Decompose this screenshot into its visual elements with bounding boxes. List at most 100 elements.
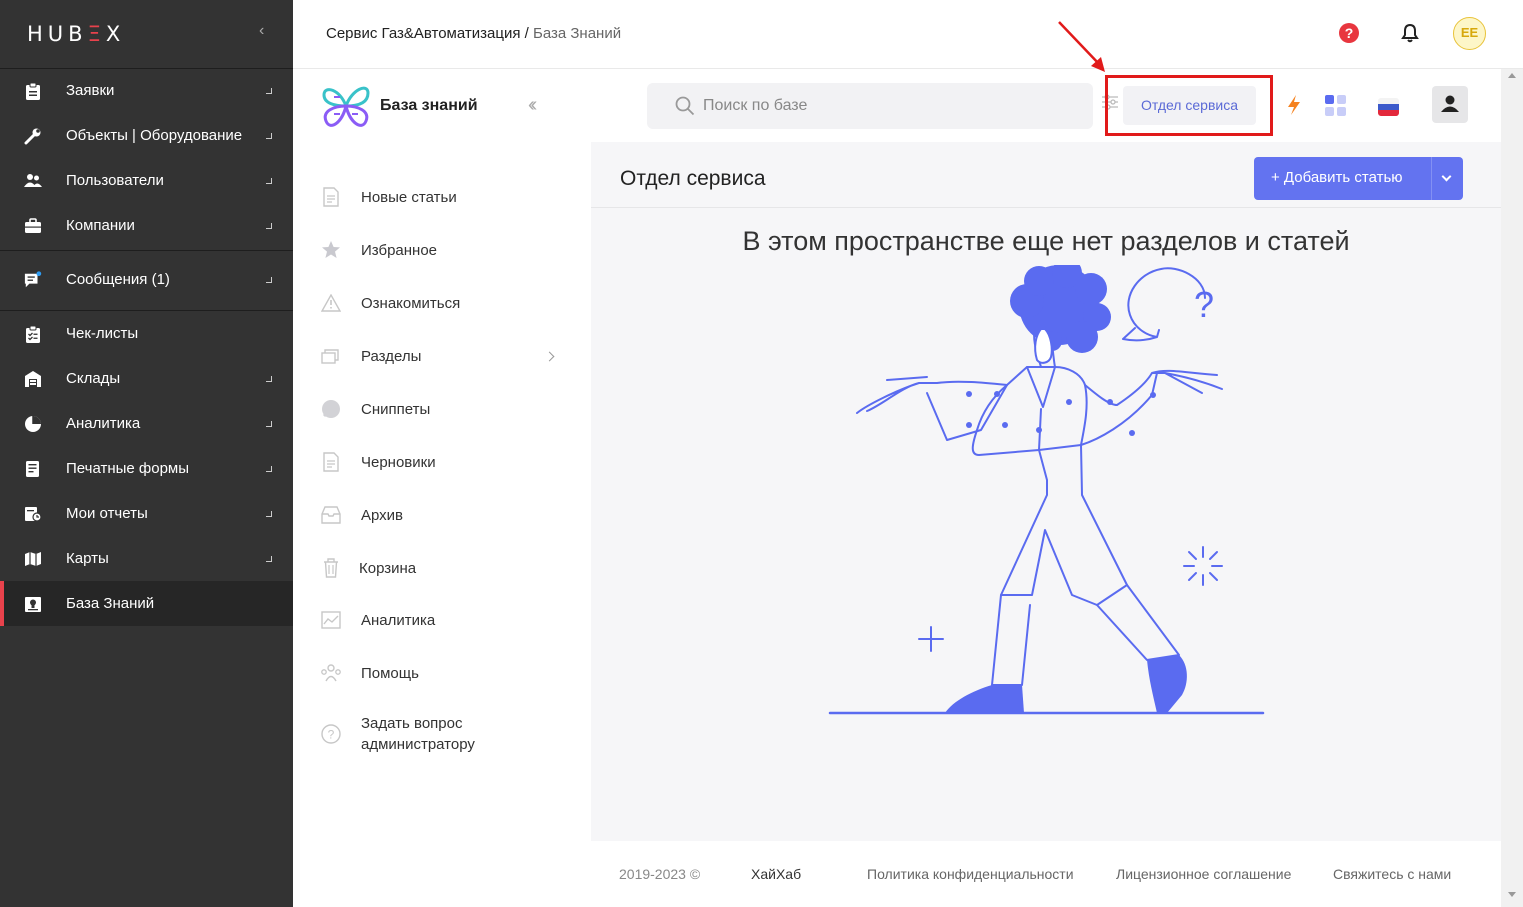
- kb-item-new-articles[interactable]: Новые статьи: [293, 186, 591, 208]
- hubex-logo[interactable]: HUBΞX: [27, 22, 125, 46]
- russian-flag-icon[interactable]: [1378, 98, 1399, 116]
- sidebar-item-label: Карты: [66, 550, 109, 567]
- collapse-sidebar-icon[interactable]: ‹: [259, 22, 264, 40]
- sidebar-item-knowledge-base[interactable]: База Знаний: [0, 581, 293, 626]
- map-icon: [24, 550, 42, 568]
- add-article-button[interactable]: + Добавить статью: [1254, 157, 1463, 200]
- expand-arrow-icon: [266, 87, 272, 94]
- copyright-text: 2019-2023 ©: [619, 866, 701, 882]
- sidebar-item-objects[interactable]: Объекты | Оборудование: [0, 113, 293, 158]
- wrench-icon: [24, 127, 42, 145]
- kb-item-label: Аналитика: [361, 611, 436, 629]
- kb-item-ask-admin[interactable]: ? Задать вопрос администратору: [293, 713, 591, 755]
- kb-item-sections[interactable]: Разделы: [293, 345, 591, 367]
- vertical-scrollbar[interactable]: [1501, 69, 1523, 907]
- sidebar-item-my-reports[interactable]: Мои отчеты: [0, 491, 293, 536]
- collapse-kb-menu-icon[interactable]: ‹‹: [528, 94, 538, 117]
- license-agreement-link[interactable]: Лицензионное соглашение: [1116, 866, 1291, 882]
- kb-item-label: Новые статьи: [361, 188, 457, 206]
- sidebar-item-maps[interactable]: Карты: [0, 536, 293, 581]
- pie-chart-icon: [24, 415, 42, 433]
- warning-icon: [320, 292, 342, 314]
- main-sidebar: HUBΞX ‹ Заявки Объекты | Оборудование По…: [0, 0, 293, 907]
- help-icon[interactable]: ?: [1339, 23, 1359, 43]
- expand-arrow-icon: [266, 375, 272, 382]
- checklist-icon: [24, 325, 42, 343]
- divider: [0, 250, 293, 251]
- scroll-down-arrow-icon[interactable]: [1508, 892, 1516, 897]
- avatar[interactable]: EE: [1453, 17, 1486, 50]
- kb-title: База знаний: [380, 97, 478, 114]
- sidebar-item-requests[interactable]: Заявки: [0, 68, 293, 113]
- sidebar-item-label: Сообщения (1): [66, 271, 170, 288]
- sidebar-item-label: Чек-листы: [66, 325, 139, 342]
- kb-item-label: Ознакомиться: [361, 294, 461, 312]
- chart-window-icon: [320, 609, 342, 631]
- scroll-up-arrow-icon[interactable]: [1508, 73, 1516, 78]
- sidebar-item-label: Печатные формы: [66, 460, 190, 477]
- privacy-policy-link[interactable]: Политика конфиденциальности: [867, 866, 1074, 882]
- breadcrumb-company[interactable]: Сервис Газ&Автоматизация: [326, 25, 520, 42]
- user-profile-button[interactable]: [1432, 86, 1468, 123]
- expand-arrow-icon: [266, 276, 272, 283]
- clipboard-icon: [24, 82, 42, 100]
- sidebar-item-checklists[interactable]: Чек-листы: [0, 311, 293, 356]
- search-box[interactable]: [647, 83, 1093, 129]
- empty-state-illustration: ?: [827, 258, 1267, 725]
- chevron-right-icon[interactable]: [544, 351, 555, 361]
- sidebar-item-warehouses[interactable]: Склады: [0, 356, 293, 401]
- footer-brand: ХайХаб: [751, 866, 802, 882]
- bell-icon[interactable]: [1401, 23, 1419, 48]
- annotation-highlight-box: [1105, 75, 1273, 136]
- sidebar-item-companies[interactable]: Компании: [0, 203, 293, 248]
- add-article-label: + Добавить статью: [1271, 169, 1403, 186]
- sidebar-item-label: Компании: [66, 217, 135, 234]
- sidebar-item-messages[interactable]: Сообщения (1): [0, 257, 293, 302]
- sidebar-item-label: Заявки: [66, 82, 115, 99]
- footer: 2019-2023 © ХайХаб Политика конфиденциал…: [591, 841, 1501, 907]
- svg-text:?: ?: [1194, 284, 1214, 325]
- users-icon: [24, 172, 42, 190]
- empty-state-message: В этом пространстве еще нет разделов и с…: [742, 226, 1350, 256]
- kb-item-label: Задать вопрос администратору: [361, 715, 475, 753]
- document-icon: [320, 186, 342, 208]
- kb-item-label: Помощь: [361, 664, 419, 682]
- sidebar-item-label: Мои отчеты: [66, 505, 148, 522]
- annotation-arrow-icon: [1058, 21, 1105, 72]
- layers-icon: [320, 345, 342, 367]
- kb-item-label: Корзина: [359, 559, 417, 577]
- question-circle-icon: ?: [320, 723, 342, 745]
- snippet-bubble-icon: [320, 398, 342, 420]
- briefcase-icon: [24, 217, 42, 235]
- kb-item-snippets[interactable]: Сниппеты: [293, 398, 591, 420]
- sidebar-item-label: Объекты | Оборудование: [66, 127, 243, 144]
- kb-item-help[interactable]: Помощь: [293, 662, 591, 684]
- kb-item-label: Избранное: [361, 241, 438, 259]
- expand-arrow-icon: [266, 222, 272, 229]
- warehouse-icon: [24, 370, 42, 388]
- kb-item-acknowledge[interactable]: Ознакомиться: [293, 292, 591, 314]
- search-input[interactable]: [703, 94, 1073, 118]
- contact-us-link[interactable]: Свяжитесь с нами: [1333, 866, 1451, 882]
- sidebar-item-print-forms[interactable]: Печатные формы: [0, 446, 293, 491]
- breadcrumb: Сервис Газ&Автоматизация / База Знаний: [326, 25, 622, 42]
- chevron-down-icon: [1441, 171, 1452, 182]
- sidebar-item-label: База Знаний: [66, 595, 155, 612]
- top-header: Сервис Газ&Автоматизация / База Знаний ?…: [293, 0, 1523, 69]
- lightning-icon[interactable]: [1286, 94, 1302, 121]
- expand-arrow-icon: [266, 510, 272, 517]
- expand-arrow-icon: [266, 555, 272, 562]
- sidebar-item-users[interactable]: Пользователи: [0, 158, 293, 203]
- add-article-dropdown[interactable]: [1431, 157, 1463, 200]
- kb-item-archive[interactable]: Архив: [293, 504, 591, 526]
- kb-item-analytics[interactable]: Аналитика: [293, 609, 591, 631]
- sidebar-item-analytics[interactable]: Аналитика: [0, 401, 293, 446]
- trash-icon: [320, 557, 342, 579]
- knowledge-icon: [24, 595, 42, 613]
- kb-item-favorites[interactable]: Избранное: [293, 239, 591, 261]
- search-icon: [675, 96, 695, 121]
- kb-item-drafts[interactable]: Черновики: [293, 451, 591, 473]
- kb-item-trash[interactable]: Корзина: [293, 557, 591, 579]
- apps-grid-icon[interactable]: [1325, 95, 1346, 121]
- svg-text:?: ?: [328, 728, 335, 742]
